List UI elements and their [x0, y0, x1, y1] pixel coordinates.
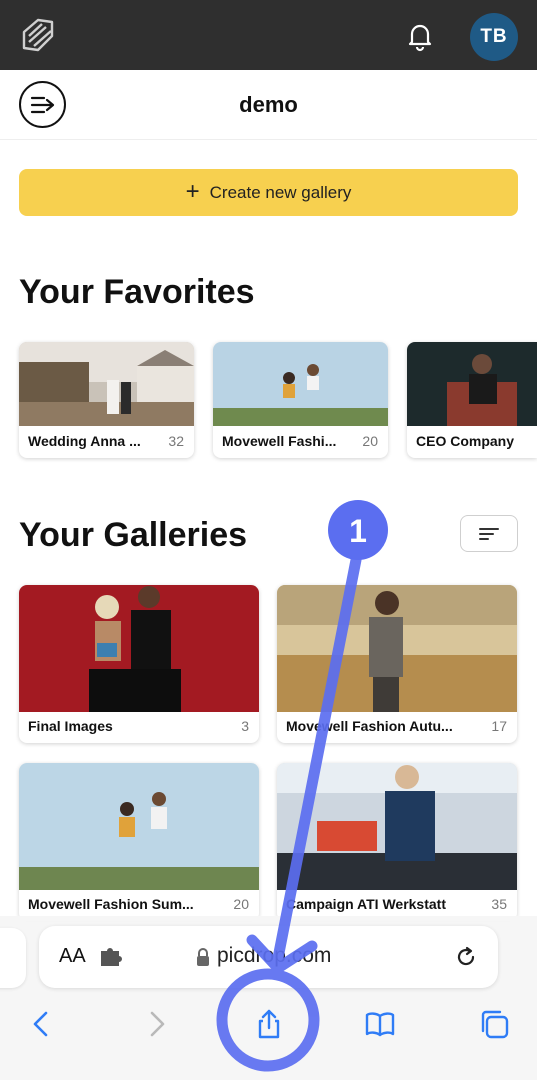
plus-icon: + [185, 177, 200, 205]
gallery-thumbnail [277, 585, 517, 712]
share-icon[interactable] [253, 1008, 285, 1040]
gallery-thumbnail [277, 763, 517, 890]
gallery-label: Final Images [28, 718, 113, 734]
gallery-thumbnail [19, 763, 259, 890]
gallery-subheader: demo [0, 70, 537, 140]
favorite-card[interactable]: Movewell Fashi... 20 [213, 342, 388, 458]
gallery-card[interactable]: Movewell Fashion Autu... 17 [277, 585, 517, 743]
galleries-heading: Your Galleries [19, 516, 248, 554]
step-number-badge [328, 500, 388, 560]
reload-icon[interactable] [454, 945, 478, 969]
favorite-thumbnail [407, 342, 537, 426]
favorite-card[interactable]: CEO Company [407, 342, 537, 458]
favorite-count: 32 [168, 433, 184, 449]
url-text: picdrop.com [217, 944, 332, 967]
step-number: 1 [349, 513, 367, 549]
page-title: demo [239, 92, 298, 117]
favorite-card[interactable]: Wedding Anna ... 32 [19, 342, 194, 458]
gallery-card[interactable]: Campaign ATI Werkstatt 35 [277, 763, 517, 921]
tabs-icon[interactable] [478, 1008, 510, 1040]
gallery-label: Movewell Fashion Sum... [28, 896, 194, 912]
gallery-count: 3 [241, 718, 249, 734]
gallery-card[interactable]: Movewell Fashion Sum... 20 [19, 763, 259, 921]
create-gallery-label: Create new gallery [209, 182, 352, 202]
gallery-thumbnail [19, 585, 259, 712]
gallery-count: 17 [491, 718, 507, 734]
sort-icon [479, 527, 499, 540]
gallery-label: Movewell Fashion Autu... [286, 718, 453, 734]
favorite-count: 20 [362, 433, 378, 449]
lock-icon [197, 948, 209, 966]
favorite-thumbnail [213, 342, 388, 426]
app-top-bar: TB [0, 0, 537, 70]
favorite-thumbnail [19, 342, 194, 426]
user-avatar[interactable]: TB [470, 13, 518, 61]
favorite-label: CEO Company [416, 433, 515, 449]
favorite-label: Movewell Fashi... [222, 433, 337, 449]
favorites-heading: Your Favorites [19, 273, 255, 311]
gallery-label: Campaign ATI Werkstatt [286, 896, 446, 912]
address-bar[interactable]: AA picdrop.com [39, 926, 498, 988]
bookmarks-icon[interactable] [364, 1008, 396, 1040]
previous-tab-pill[interactable] [0, 928, 26, 988]
gallery-count: 35 [491, 896, 507, 912]
notifications-bell-icon[interactable] [404, 20, 436, 52]
create-gallery-button[interactable]: + Create new gallery [19, 169, 518, 216]
gallery-count: 20 [233, 896, 249, 912]
forward-arrow-icon[interactable] [140, 1008, 172, 1040]
browser-toolbar: AA picdrop.com [0, 916, 537, 1080]
extension-icon[interactable] [99, 946, 123, 968]
back-arrow-icon[interactable] [26, 1008, 58, 1040]
sort-button[interactable] [460, 515, 518, 552]
favorite-label: Wedding Anna ... [28, 433, 141, 449]
picdrop-logo-icon[interactable] [18, 16, 58, 56]
gallery-card[interactable]: Final Images 3 [19, 585, 259, 743]
page-settings-button[interactable]: AA [59, 945, 86, 968]
